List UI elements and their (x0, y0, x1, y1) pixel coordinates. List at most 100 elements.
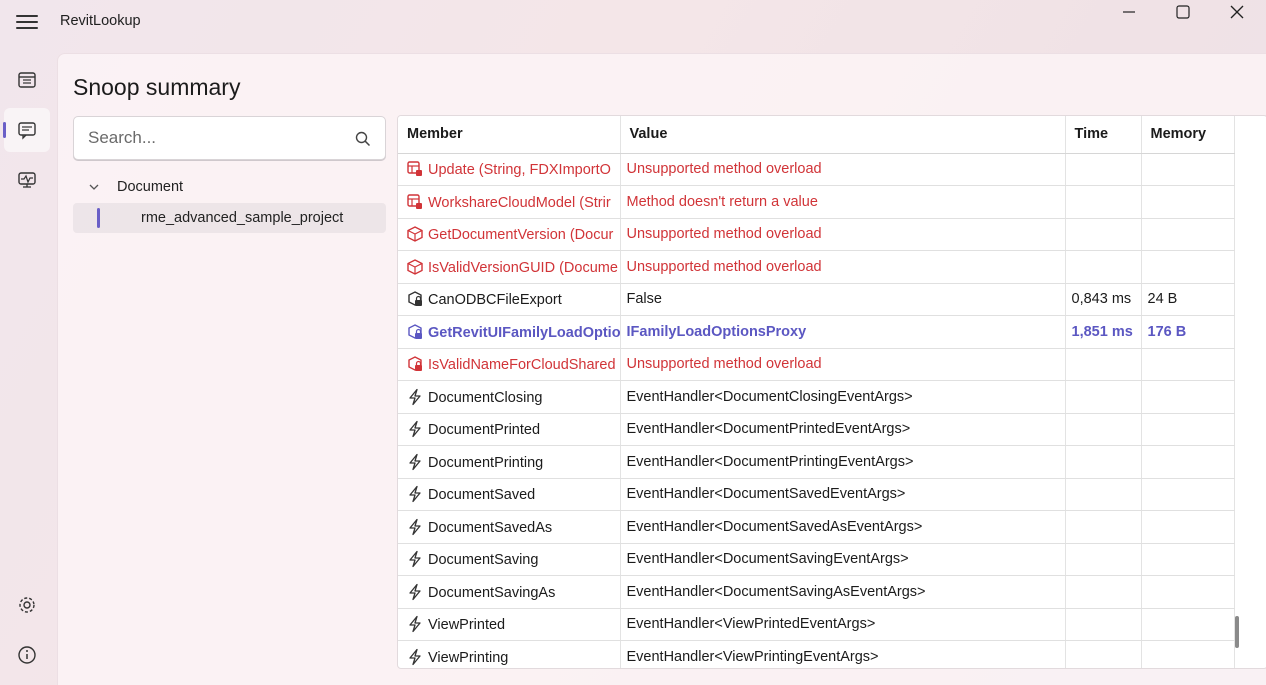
table-row[interactable]: DocumentClosing EventHandler<DocumentClos… (398, 380, 1235, 414)
cell-memory: 176 B (1141, 315, 1235, 349)
cell-value[interactable]: Unsupported method overload (620, 250, 1066, 284)
column-header-value[interactable]: Value (620, 116, 1066, 154)
cell-member[interactable]: IsValidNameForCloudShared (398, 348, 621, 381)
maximize-button[interactable] (1156, 0, 1210, 24)
cell-member[interactable]: DocumentPrinted (398, 413, 621, 446)
table-row[interactable]: DocumentSaved EventHandler<DocumentSavedE… (398, 478, 1235, 511)
table-row[interactable]: DocumentSavedAs EventHandler<DocumentSave… (398, 510, 1235, 544)
minimize-button[interactable] (1102, 0, 1156, 24)
nav-snoop-summary[interactable] (3, 108, 50, 152)
member-name: GetDocumentVersion (Docur (428, 227, 614, 244)
cell-time (1065, 413, 1142, 446)
table-row[interactable]: ViewPrinting EventHandler<ViewPrintingEve… (398, 640, 1235, 668)
table-row[interactable]: DocumentSaving EventHandler<DocumentSavin… (398, 543, 1235, 576)
nav-dashboard[interactable] (4, 58, 50, 102)
cell-member[interactable]: Update (String, FDXImportO (398, 153, 621, 186)
nav-events-monitor[interactable] (4, 158, 50, 202)
cell-value[interactable]: EventHandler<DocumentPrintingEventArgs> (620, 445, 1066, 479)
cell-member[interactable]: WorkshareCloudModel (Strir (398, 185, 621, 219)
cell-member[interactable]: DocumentSaved (398, 478, 621, 511)
cell-member[interactable]: ViewPrinting (398, 640, 621, 668)
cell-value[interactable]: EventHandler<DocumentSavedEventArgs> (620, 478, 1066, 511)
cell-value[interactable]: EventHandler<DocumentClosingEventArgs> (620, 380, 1066, 414)
cell-member[interactable]: DocumentSavedAs (398, 510, 621, 544)
cell-member[interactable]: GetRevitUIFamilyLoadOptio (398, 315, 621, 349)
about-icon (18, 646, 36, 664)
cell-value[interactable]: Unsupported method overload (620, 153, 1066, 186)
method-error-icon (406, 160, 424, 178)
selection-indicator (97, 208, 100, 228)
locked-method-icon (406, 290, 424, 308)
table-row[interactable]: Update (String, FDXImportO Unsupported me… (398, 153, 1235, 186)
cell-member[interactable]: DocumentSavingAs (398, 575, 621, 609)
locked-method-icon (406, 323, 424, 341)
member-name: ViewPrinted (428, 617, 506, 634)
cell-value[interactable]: False (620, 283, 1066, 316)
table-row[interactable]: WorkshareCloudModel (Strir Method doesn't… (398, 185, 1235, 219)
cell-value[interactable]: EventHandler<DocumentPrintedEventArgs> (620, 413, 1066, 446)
table-scrollbar[interactable] (1232, 114, 1242, 666)
table-row[interactable]: DocumentPrinted EventHandler<DocumentPrin… (398, 413, 1235, 446)
cell-value[interactable]: EventHandler<DocumentSavedAsEventArgs> (620, 510, 1066, 544)
minimize-icon (1123, 11, 1135, 13)
cell-member[interactable]: IsValidVersionGUID (Docume (398, 250, 621, 284)
column-header-time[interactable]: Time (1065, 116, 1142, 154)
tree-node-document[interactable]: Document (73, 172, 386, 202)
cell-time (1065, 575, 1142, 609)
table-row[interactable]: IsValidNameForCloudShared Unsupported met… (398, 348, 1235, 381)
cell-member[interactable]: ViewPrinted (398, 608, 621, 641)
table-row[interactable]: DocumentSavingAs EventHandler<DocumentSav… (398, 575, 1235, 609)
dashboard-icon (18, 72, 36, 88)
table-row[interactable]: GetDocumentVersion (Docur Unsupported met… (398, 218, 1235, 251)
member-name: IsValidVersionGUID (Docume (428, 259, 618, 276)
table-row[interactable]: DocumentPrinting EventHandler<DocumentPri… (398, 445, 1235, 479)
cell-member[interactable]: DocumentPrinting (398, 445, 621, 479)
cell-time (1065, 445, 1142, 479)
close-icon (1230, 5, 1244, 19)
scrollbar-thumb[interactable] (1235, 616, 1239, 648)
cell-value[interactable]: Method doesn't return a value (620, 185, 1066, 219)
cell-value[interactable]: EventHandler<DocumentSavingAsEventArgs> (620, 575, 1066, 609)
nav-settings[interactable] (4, 583, 50, 627)
cell-value[interactable]: IFamilyLoadOptionsProxy (620, 315, 1066, 349)
static-method-error-icon (406, 258, 424, 276)
cell-member[interactable]: DocumentClosing (398, 380, 621, 414)
cell-value[interactable]: EventHandler<ViewPrintedEventArgs> (620, 608, 1066, 641)
cell-time (1065, 250, 1142, 284)
menu-toggle-icon[interactable] (16, 12, 38, 34)
nav-about[interactable] (4, 633, 50, 677)
table-row[interactable]: ViewPrinted EventHandler<ViewPrintedEvent… (398, 608, 1235, 641)
cell-member[interactable]: CanODBCFileExport (398, 283, 621, 316)
member-name: WorkshareCloudModel (Strir (428, 194, 611, 211)
chevron-down-icon[interactable] (88, 182, 100, 192)
cell-time (1065, 153, 1142, 186)
member-name: DocumentPrinted (428, 422, 541, 439)
cell-value[interactable]: EventHandler<ViewPrintingEventArgs> (620, 640, 1066, 668)
cell-member[interactable]: DocumentSaving (398, 543, 621, 576)
cell-memory (1141, 575, 1235, 609)
cell-time (1065, 640, 1142, 668)
column-header-memory[interactable]: Memory (1141, 116, 1235, 154)
event-icon (406, 550, 424, 568)
search-input[interactable] (88, 128, 348, 148)
table-row[interactable]: IsValidVersionGUID (Docume Unsupported me… (398, 250, 1235, 284)
column-header-member[interactable]: Member (398, 116, 621, 154)
event-icon (406, 420, 424, 438)
page-title: Snoop summary (73, 74, 241, 100)
cell-value[interactable]: Unsupported method overload (620, 348, 1066, 381)
search-icon[interactable] (355, 131, 371, 147)
maximize-icon (1176, 5, 1190, 19)
close-button[interactable] (1210, 0, 1264, 24)
table-row[interactable]: GetRevitUIFamilyLoadOptio IFamilyLoadOpti… (398, 315, 1235, 349)
cell-memory (1141, 640, 1235, 668)
search-box[interactable] (73, 116, 386, 160)
method-error-icon (406, 193, 424, 211)
cell-value[interactable]: EventHandler<DocumentSavingEventArgs> (620, 543, 1066, 576)
event-icon (406, 388, 424, 406)
cell-member[interactable]: GetDocumentVersion (Docur (398, 218, 621, 251)
tree-node-project[interactable]: rme_advanced_sample_project (73, 203, 386, 233)
cell-memory (1141, 380, 1235, 414)
table-row[interactable]: CanODBCFileExport False 0,843 ms 24 B (398, 283, 1235, 316)
event-icon (406, 615, 424, 633)
cell-value[interactable]: Unsupported method overload (620, 218, 1066, 251)
